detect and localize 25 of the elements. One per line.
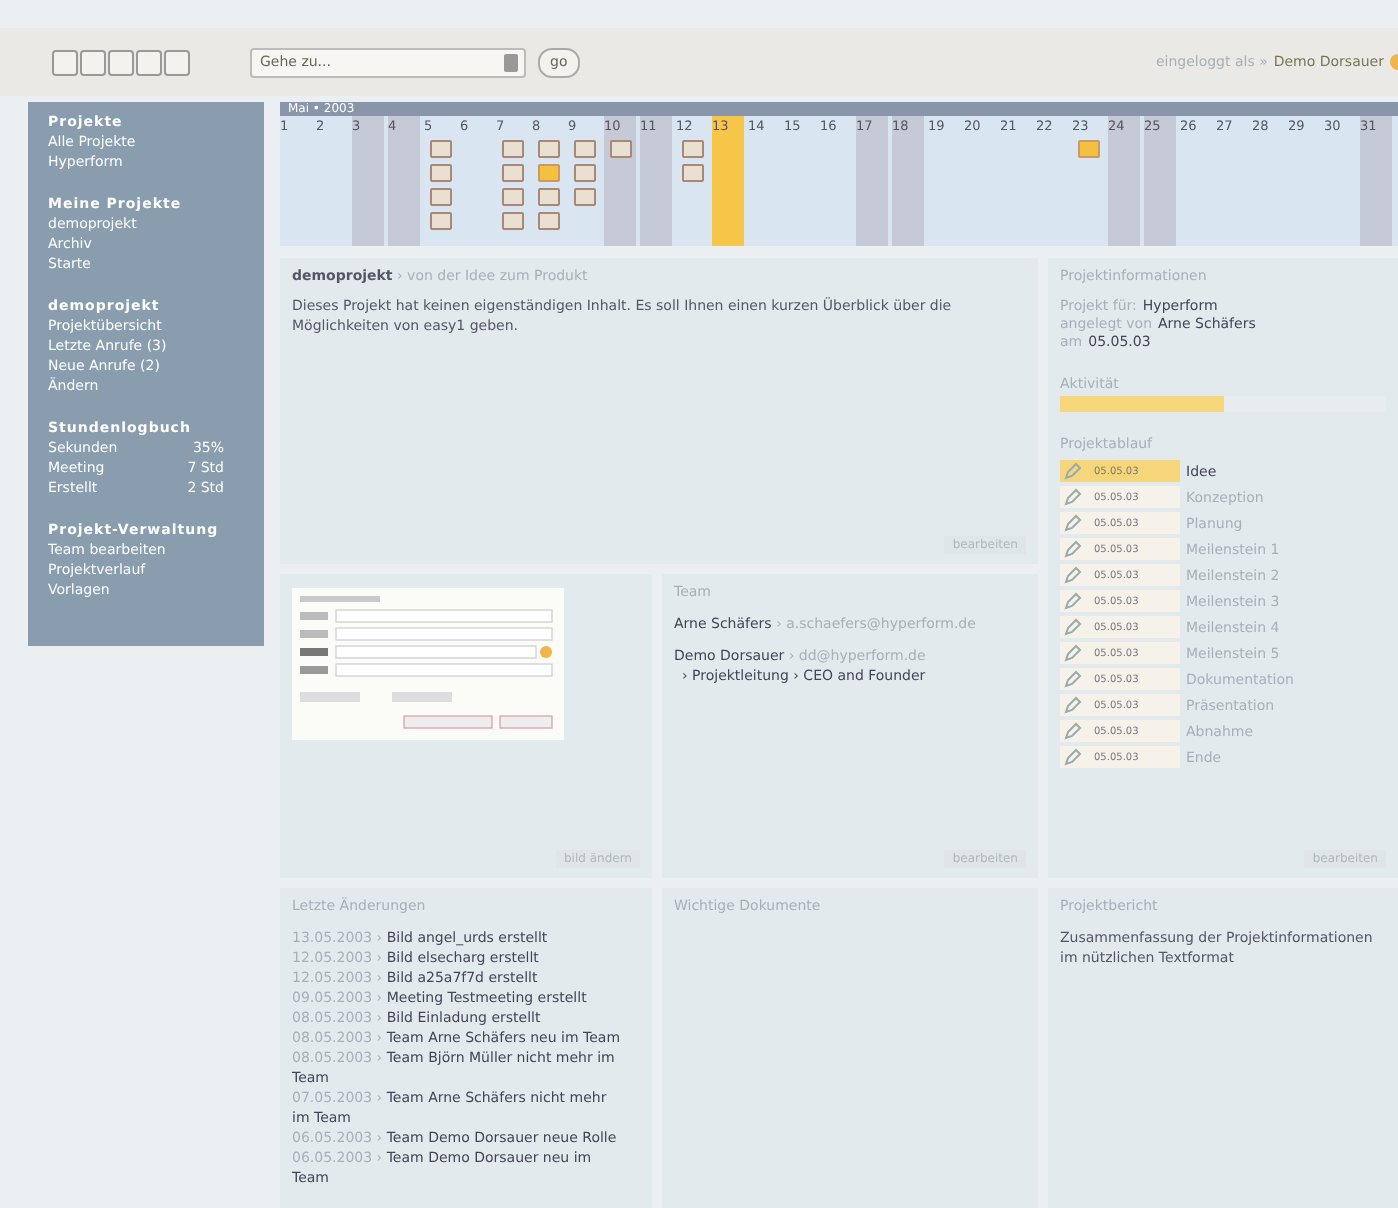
event-icon[interactable] [429,164,451,182]
event-icon[interactable] [429,140,451,158]
toolbar-button[interactable] [108,49,134,75]
event-icon[interactable] [429,188,451,206]
event-icon[interactable] [537,188,559,206]
event-icon[interactable] [537,164,559,182]
event-icon[interactable] [429,212,451,230]
event-icon[interactable] [573,188,595,206]
event-icon[interactable] [537,140,559,158]
event-icon[interactable] [501,212,523,230]
event-icon[interactable] [501,140,523,158]
toolbar-button[interactable] [52,49,78,75]
event-icon[interactable] [609,140,631,158]
event-icon[interactable] [501,164,523,182]
event-icon[interactable] [573,140,595,158]
toolbar-button[interactable] [136,49,162,75]
toolbar-button[interactable] [80,49,106,75]
event-icon[interactable] [573,164,595,182]
event-icon[interactable] [681,140,703,158]
event-icon[interactable] [681,164,703,182]
event-icon[interactable] [537,212,559,230]
event-icon[interactable] [1077,140,1099,158]
toolbar-button[interactable] [164,49,190,75]
dropdown-icon [504,53,518,71]
event-icon[interactable] [501,188,523,206]
